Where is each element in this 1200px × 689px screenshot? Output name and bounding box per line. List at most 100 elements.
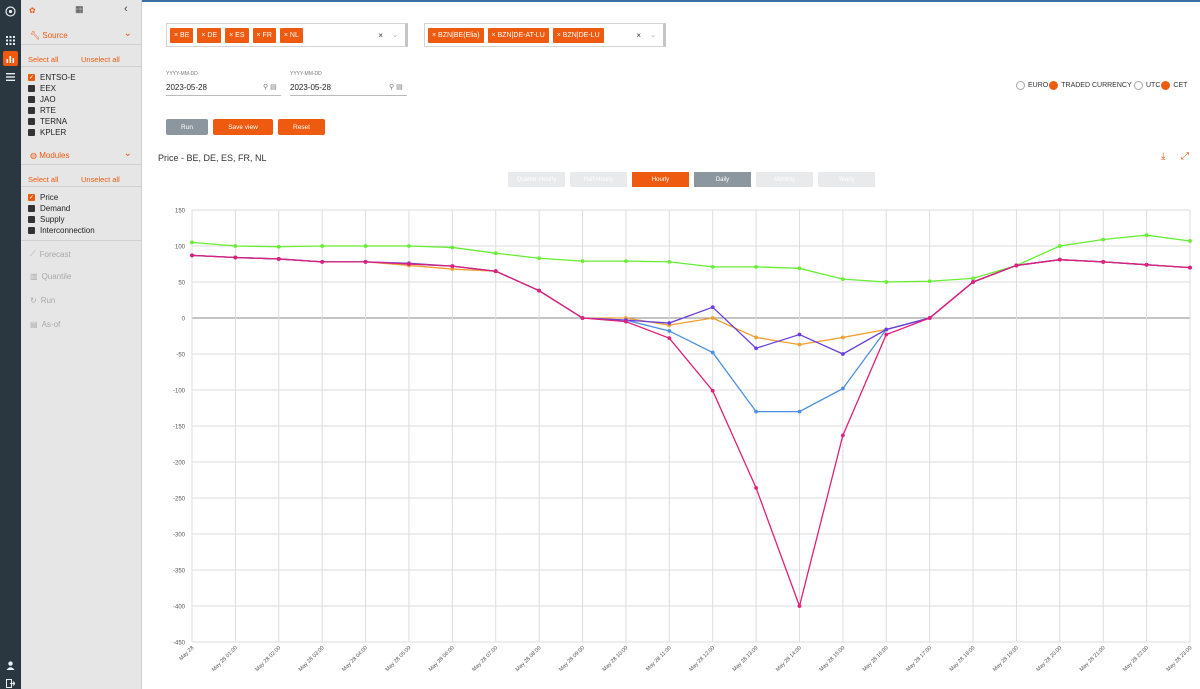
y-tick-label: -50 — [176, 353, 185, 359]
source-section-header[interactable]: 🔧︎ Source ⌄ — [21, 25, 141, 45]
data-point — [667, 321, 672, 325]
source-item-kpler[interactable]: KPLER — [28, 127, 66, 137]
source-item-terna[interactable]: TERNA — [28, 116, 67, 126]
reset-button[interactable]: Reset — [278, 119, 325, 135]
modules-section-header[interactable]: ◍ Modules ⌄ — [21, 145, 141, 165]
radio-icon[interactable] — [1016, 81, 1025, 90]
collapse-icon[interactable]: ‹ — [124, 3, 128, 15]
price-chart: 150 100 50 0 -50 -100 -150 -200 -250 -300 -350 -400… — [173, 209, 1193, 673]
x-tick-label: May 28 03:00 — [298, 645, 326, 673]
source-item-jao[interactable]: JAO — [28, 94, 56, 104]
granularity-monthly[interactable]: Monthly — [756, 172, 813, 187]
radio-icon[interactable] — [1134, 81, 1143, 90]
series-line — [191, 254, 1191, 413]
as-of-link[interactable]: ▤ As-of — [30, 320, 60, 329]
chevron-down-icon[interactable]: ⌄ — [124, 28, 132, 39]
source-unselect-all[interactable]: Unselect all — [81, 55, 120, 64]
granularity-yearly[interactable]: Yearly — [818, 172, 875, 187]
checkbox-icon[interactable] — [28, 128, 35, 136]
checkbox-icon[interactable] — [28, 204, 35, 212]
date-from-input[interactable]: 2023-05-28 — [166, 83, 207, 92]
granularity-hourly[interactable]: Hourly — [632, 172, 689, 187]
y-tick-label: 50 — [178, 281, 185, 287]
checkbox-checked-icon[interactable]: ✓ — [28, 73, 35, 81]
add-icon[interactable]: ✿ — [29, 6, 36, 15]
checkbox-icon[interactable] — [28, 106, 35, 114]
date-to-input[interactable]: 2023-05-28 — [290, 83, 331, 92]
data-point — [754, 486, 758, 490]
currency-toggle[interactable]: EURO TRADED CURRENCY — [1016, 81, 1132, 90]
country-tag[interactable]: × NL — [279, 27, 303, 43]
source-item-eex[interactable]: EEX — [28, 83, 56, 93]
checkbox-icon[interactable] — [28, 226, 35, 234]
clear-icon[interactable]: × — [378, 31, 383, 40]
date-to-icons[interactable]: ⚲ ▤ — [389, 83, 403, 91]
module-item-interconnection[interactable]: Interconnection — [28, 225, 95, 235]
granularity-daily[interactable]: Daily — [694, 172, 751, 187]
country-tag[interactable]: × FR — [252, 27, 276, 43]
data-point — [1144, 233, 1149, 238]
zone-tag[interactable]: × BZN|BE(Elia) — [428, 27, 484, 43]
zone-tag[interactable]: × BZN|DE-LU — [552, 27, 604, 43]
source-select-all[interactable]: Select all — [28, 55, 58, 64]
data-point — [840, 352, 845, 356]
data-point — [1188, 265, 1192, 270]
data-point — [363, 244, 368, 248]
data-point — [1101, 259, 1106, 264]
date-from-icons[interactable]: ⚲ ▤ — [263, 83, 277, 91]
dropdown-icon[interactable]: ⌄ — [650, 31, 656, 39]
data-point — [493, 269, 498, 274]
download-icon[interactable]: ⤓ — [1161, 151, 1165, 162]
expand-icon[interactable]: ⤢ — [1181, 151, 1189, 162]
settings-icon[interactable] — [3, 4, 18, 19]
modules-select-all[interactable]: Select all — [28, 175, 58, 184]
country-tag[interactable]: × ES — [225, 27, 249, 43]
menu-icon[interactable] — [3, 69, 18, 84]
source-item-rte[interactable]: RTE — [28, 105, 56, 115]
data-point — [840, 386, 845, 391]
timezone-toggle[interactable]: UTC CET — [1134, 81, 1187, 90]
country-multiselect[interactable]: × BE × DE × ES × FR × NL × ⌄ — [166, 23, 408, 47]
dropdown-icon[interactable]: ⌄ — [392, 31, 398, 39]
module-item-price[interactable]: ✓ Price — [28, 192, 58, 202]
checkbox-icon[interactable] — [28, 215, 35, 223]
granularity-quarter-hourly[interactable]: Quarter-Hourly — [508, 172, 565, 187]
clear-icon[interactable]: × — [636, 31, 641, 40]
data-point — [1188, 239, 1192, 243]
app-rail — [0, 0, 21, 689]
chevron-down-icon[interactable]: ⌄ — [124, 148, 132, 159]
logout-icon[interactable] — [3, 676, 18, 689]
grid-view-icon[interactable]: ▦ — [75, 4, 84, 15]
bar-chart-icon: ▥ — [30, 272, 38, 281]
modules-unselect-all[interactable]: Unselect all — [81, 175, 120, 184]
checkbox-icon[interactable] — [28, 84, 35, 92]
run-button[interactable]: Run — [166, 119, 208, 135]
zone-tag[interactable]: × BZN|DE-AT-LU — [487, 27, 549, 43]
zone-multiselect[interactable]: × BZN|BE(Elia) × BZN|DE-AT-LU × BZN|DE-L… — [424, 23, 666, 47]
source-item-entsoe[interactable]: ✓ ENTSO-E — [28, 72, 76, 82]
run-link[interactable]: ↻ Run — [30, 296, 55, 305]
x-tick-label: May 28 05:00 — [385, 645, 413, 673]
radio-selected-icon[interactable] — [1049, 81, 1059, 90]
data-point — [407, 244, 411, 248]
chart-title: Price - BE, DE, ES, FR, NL — [158, 153, 267, 163]
quantile-link[interactable]: ▥ Quantile — [30, 272, 71, 281]
save-view-button[interactable]: Save view — [213, 119, 273, 135]
radio-selected-icon[interactable] — [1161, 81, 1171, 90]
granularity-half-hourly[interactable]: Half-Hourly — [570, 172, 627, 187]
chart-icon[interactable] — [3, 51, 18, 66]
x-tick-label: May 28 07:00 — [471, 645, 499, 673]
y-tick-label: -200 — [173, 461, 186, 467]
country-tag[interactable]: × DE — [197, 27, 222, 43]
data-point — [754, 264, 758, 269]
grid-icon[interactable] — [3, 33, 18, 48]
country-tag[interactable]: × BE — [170, 27, 194, 43]
module-item-demand[interactable]: Demand — [28, 203, 70, 213]
data-point — [537, 256, 542, 261]
forecast-link[interactable]: ⟋ Forecast — [30, 249, 71, 259]
module-item-supply[interactable]: Supply — [28, 214, 64, 224]
checkbox-checked-icon[interactable]: ✓ — [28, 193, 35, 201]
user-icon[interactable] — [3, 658, 18, 673]
checkbox-icon[interactable] — [28, 95, 35, 103]
checkbox-icon[interactable] — [28, 117, 35, 125]
